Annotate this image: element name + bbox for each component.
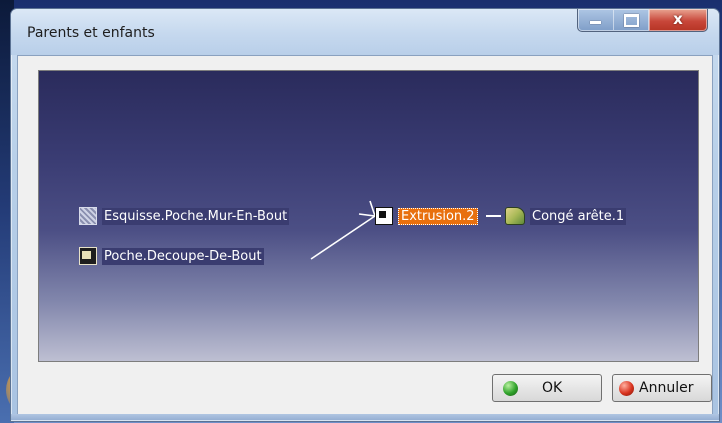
window-bottom-border — [11, 414, 719, 420]
node-label-selected: Extrusion.2 — [398, 207, 478, 225]
pocket-icon — [79, 247, 97, 265]
cancel-button[interactable]: Annuler — [612, 374, 712, 402]
node-esquisse[interactable]: Esquisse.Poche.Mur-En-Bout — [79, 207, 290, 225]
dialog-window: Parents et enfants x Esquisse.Poche.Mur-… — [10, 8, 720, 422]
link-arrow-head — [358, 200, 377, 217]
extrude-icon — [375, 207, 393, 225]
ok-label: OK — [542, 380, 563, 396]
title-bar[interactable]: Parents et enfants x — [11, 9, 719, 55]
dialog-content: Esquisse.Poche.Mur-En-Bout Poche.Decoupe… — [17, 55, 713, 417]
sketch-icon — [79, 207, 97, 225]
fillet-icon — [505, 207, 525, 225]
node-label: Esquisse.Poche.Mur-En-Bout — [102, 207, 290, 225]
minimize-button[interactable] — [577, 9, 615, 32]
cancel-icon — [619, 380, 634, 396]
node-extrusion[interactable]: Extrusion.2 — [375, 207, 478, 225]
node-label: Congé arête.1 — [530, 207, 627, 225]
parents-children-graph[interactable]: Esquisse.Poche.Mur-En-Bout Poche.Decoupe… — [38, 70, 699, 362]
ok-button[interactable]: OK — [492, 374, 602, 402]
node-poche[interactable]: Poche.Decoupe-De-Bout — [79, 247, 264, 265]
close-icon: x — [673, 10, 683, 28]
close-button[interactable]: x — [649, 9, 708, 32]
window-title: Parents et enfants — [27, 25, 155, 41]
cancel-label: Annuler — [639, 380, 694, 396]
node-conge[interactable]: Congé arête.1 — [505, 207, 627, 225]
link-poche-extrusion — [310, 215, 376, 260]
ok-icon — [503, 380, 518, 396]
node-label: Poche.Decoupe-De-Bout — [102, 247, 264, 265]
maximize-button[interactable] — [613, 9, 650, 32]
